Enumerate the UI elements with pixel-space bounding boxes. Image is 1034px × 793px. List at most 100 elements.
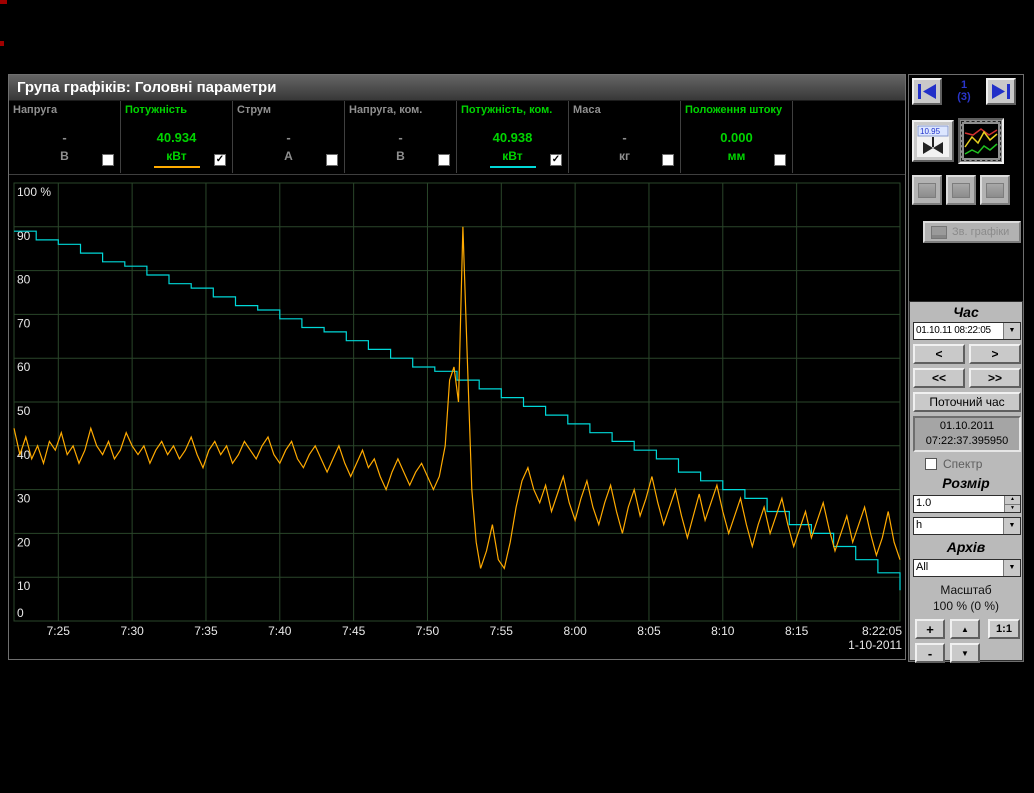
channel-checkbox[interactable] <box>438 154 450 166</box>
chart-area[interactable]: 100 %90807060504030201007:257:307:357:40… <box>10 175 904 659</box>
channel-bottom: А <box>233 146 344 172</box>
skip-back-icon <box>915 82 939 101</box>
channel-bottom: В <box>9 146 120 172</box>
svg-text:1-10-2011: 1-10-2011 <box>848 638 902 652</box>
svg-text:7:55: 7:55 <box>490 624 514 638</box>
channel-value: - <box>569 129 680 146</box>
channel-checkbox[interactable]: ✓ <box>550 154 562 166</box>
svg-text:60: 60 <box>17 360 31 374</box>
zoom-value: 100 % (0 %) <box>910 599 1022 613</box>
skip-forward-icon <box>989 82 1013 101</box>
size-spinner[interactable]: 1.0 ▲ ▼ <box>913 495 1021 513</box>
screen-artifact <box>0 0 7 4</box>
svg-text:30: 30 <box>17 492 31 506</box>
channel-bottom: кг <box>569 146 680 172</box>
current-time-button[interactable]: Поточний час <box>913 392 1021 412</box>
channel-label: Потужність, ком. <box>457 101 568 129</box>
time-panel: Час 01.10.11 08:22:05 ▼ < > << >> Поточн… <box>909 301 1023 661</box>
channel-box: Потужність, ком. 40.938 кВт ✓ <box>457 101 569 173</box>
archive-select[interactable]: All ▼ <box>913 559 1021 577</box>
svg-text:7:50: 7:50 <box>416 624 440 638</box>
channel-checkbox[interactable] <box>662 154 674 166</box>
channel-checkbox[interactable]: ✓ <box>214 154 226 166</box>
svg-text:8:00: 8:00 <box>563 624 587 638</box>
svg-text:7:45: 7:45 <box>342 624 366 638</box>
zoom-reset-button[interactable]: 1:1 <box>988 619 1020 639</box>
report-tools-button[interactable] <box>946 175 976 205</box>
svg-text:7:40: 7:40 <box>268 624 292 638</box>
channel-underline <box>154 166 200 168</box>
linked-graphs-label: Зв. графіки <box>952 226 1009 238</box>
graphs-view-button[interactable] <box>958 118 1004 164</box>
prev-group-button[interactable] <box>912 78 942 105</box>
control-panel: 1 (3) 10.95 <box>908 74 1024 662</box>
pager-total: (3) <box>944 91 984 103</box>
channel-box: Маса - кг <box>569 101 681 173</box>
size-header: Розмір <box>910 475 1022 491</box>
channel-box: Струм - А <box>233 101 345 173</box>
svg-text:8:05: 8:05 <box>637 624 661 638</box>
channel-unit: кВт <box>502 149 522 163</box>
spin-up-icon[interactable]: ▲ <box>1004 496 1020 504</box>
zoom-in-button[interactable]: + <box>915 619 945 639</box>
svg-text:50: 50 <box>17 404 31 418</box>
channel-underline <box>490 166 536 168</box>
channel-bottom: В <box>345 146 456 172</box>
svg-text:70: 70 <box>17 316 31 330</box>
channel-bottom: мм <box>681 146 792 172</box>
archive-value: All <box>914 560 1003 576</box>
channel-label: Напруга, ком. <box>345 101 456 129</box>
window-title: Група графіків: Головні параметри <box>9 75 905 101</box>
shift-down-button[interactable]: ▼ <box>950 643 980 663</box>
svg-text:7:25: 7:25 <box>47 624 71 638</box>
step-back-button[interactable]: < <box>913 344 965 364</box>
svg-text:20: 20 <box>17 535 31 549</box>
trend-chart-icon <box>964 124 998 158</box>
channel-unit: кВт <box>166 149 186 163</box>
spin-down-icon[interactable]: ▼ <box>1004 504 1020 513</box>
jump-forward-button[interactable]: >> <box>969 368 1021 388</box>
svg-text:0: 0 <box>17 606 24 620</box>
dropdown-arrow-icon[interactable]: ▼ <box>1003 323 1020 339</box>
channel-value: 40.934 <box>121 129 232 146</box>
channel-bottom: кВт ✓ <box>121 146 232 172</box>
graph-window: Група графіків: Головні параметри Напруг… <box>8 74 906 660</box>
valve-gauge-icon: 10.95 <box>917 125 949 157</box>
pager-current: 1 <box>944 79 984 91</box>
shift-up-button[interactable]: ▲ <box>950 619 980 639</box>
channel-unit: А <box>284 149 293 163</box>
tool-icon <box>918 183 936 198</box>
svg-text:8:15: 8:15 <box>785 624 809 638</box>
channel-value: 40.938 <box>457 129 568 146</box>
dropdown-arrow-icon[interactable]: ▼ <box>1003 518 1020 534</box>
current-time: 07:22:37.395950 <box>915 434 1019 448</box>
dropdown-arrow-icon[interactable]: ▼ <box>1003 560 1020 576</box>
svg-text:10: 10 <box>17 579 31 593</box>
channel-label: Напруга <box>9 101 120 129</box>
channel-unit: В <box>60 149 69 163</box>
channel-checkbox[interactable] <box>774 154 786 166</box>
channel-value: - <box>233 129 344 146</box>
channel-box: Напруга, ком. - В <box>345 101 457 173</box>
step-forward-button[interactable]: > <box>969 344 1021 364</box>
current-date: 01.10.2011 <box>915 418 1019 434</box>
jump-back-button[interactable]: << <box>913 368 965 388</box>
desktop: Група графіків: Головні параметри Напруг… <box>0 0 1034 793</box>
zoom-out-button[interactable]: - <box>915 643 945 663</box>
chart-plot[interactable]: 100 %90807060504030201007:257:307:357:40… <box>10 175 904 659</box>
size-unit-select[interactable]: h ▼ <box>913 517 1021 535</box>
archive-tools-button[interactable] <box>912 175 942 205</box>
svg-text:8:10: 8:10 <box>711 624 735 638</box>
export-tools-button[interactable] <box>980 175 1010 205</box>
channel-checkbox[interactable] <box>102 154 114 166</box>
channel-checkbox[interactable] <box>326 154 338 166</box>
mnemonic-view-button[interactable]: 10.95 <box>912 120 954 162</box>
linked-graphs-button[interactable]: Зв. графіки <box>923 221 1021 243</box>
tool-icon <box>986 183 1004 198</box>
mnemonic-icon-label: 10.95 <box>920 127 941 136</box>
spectrum-checkbox[interactable] <box>925 458 937 470</box>
channel-value: - <box>345 129 456 146</box>
next-group-button[interactable] <box>986 78 1016 105</box>
time-select[interactable]: 01.10.11 08:22:05 ▼ <box>913 322 1021 340</box>
channel-box: Положення штоку 0.000 мм <box>681 101 793 173</box>
